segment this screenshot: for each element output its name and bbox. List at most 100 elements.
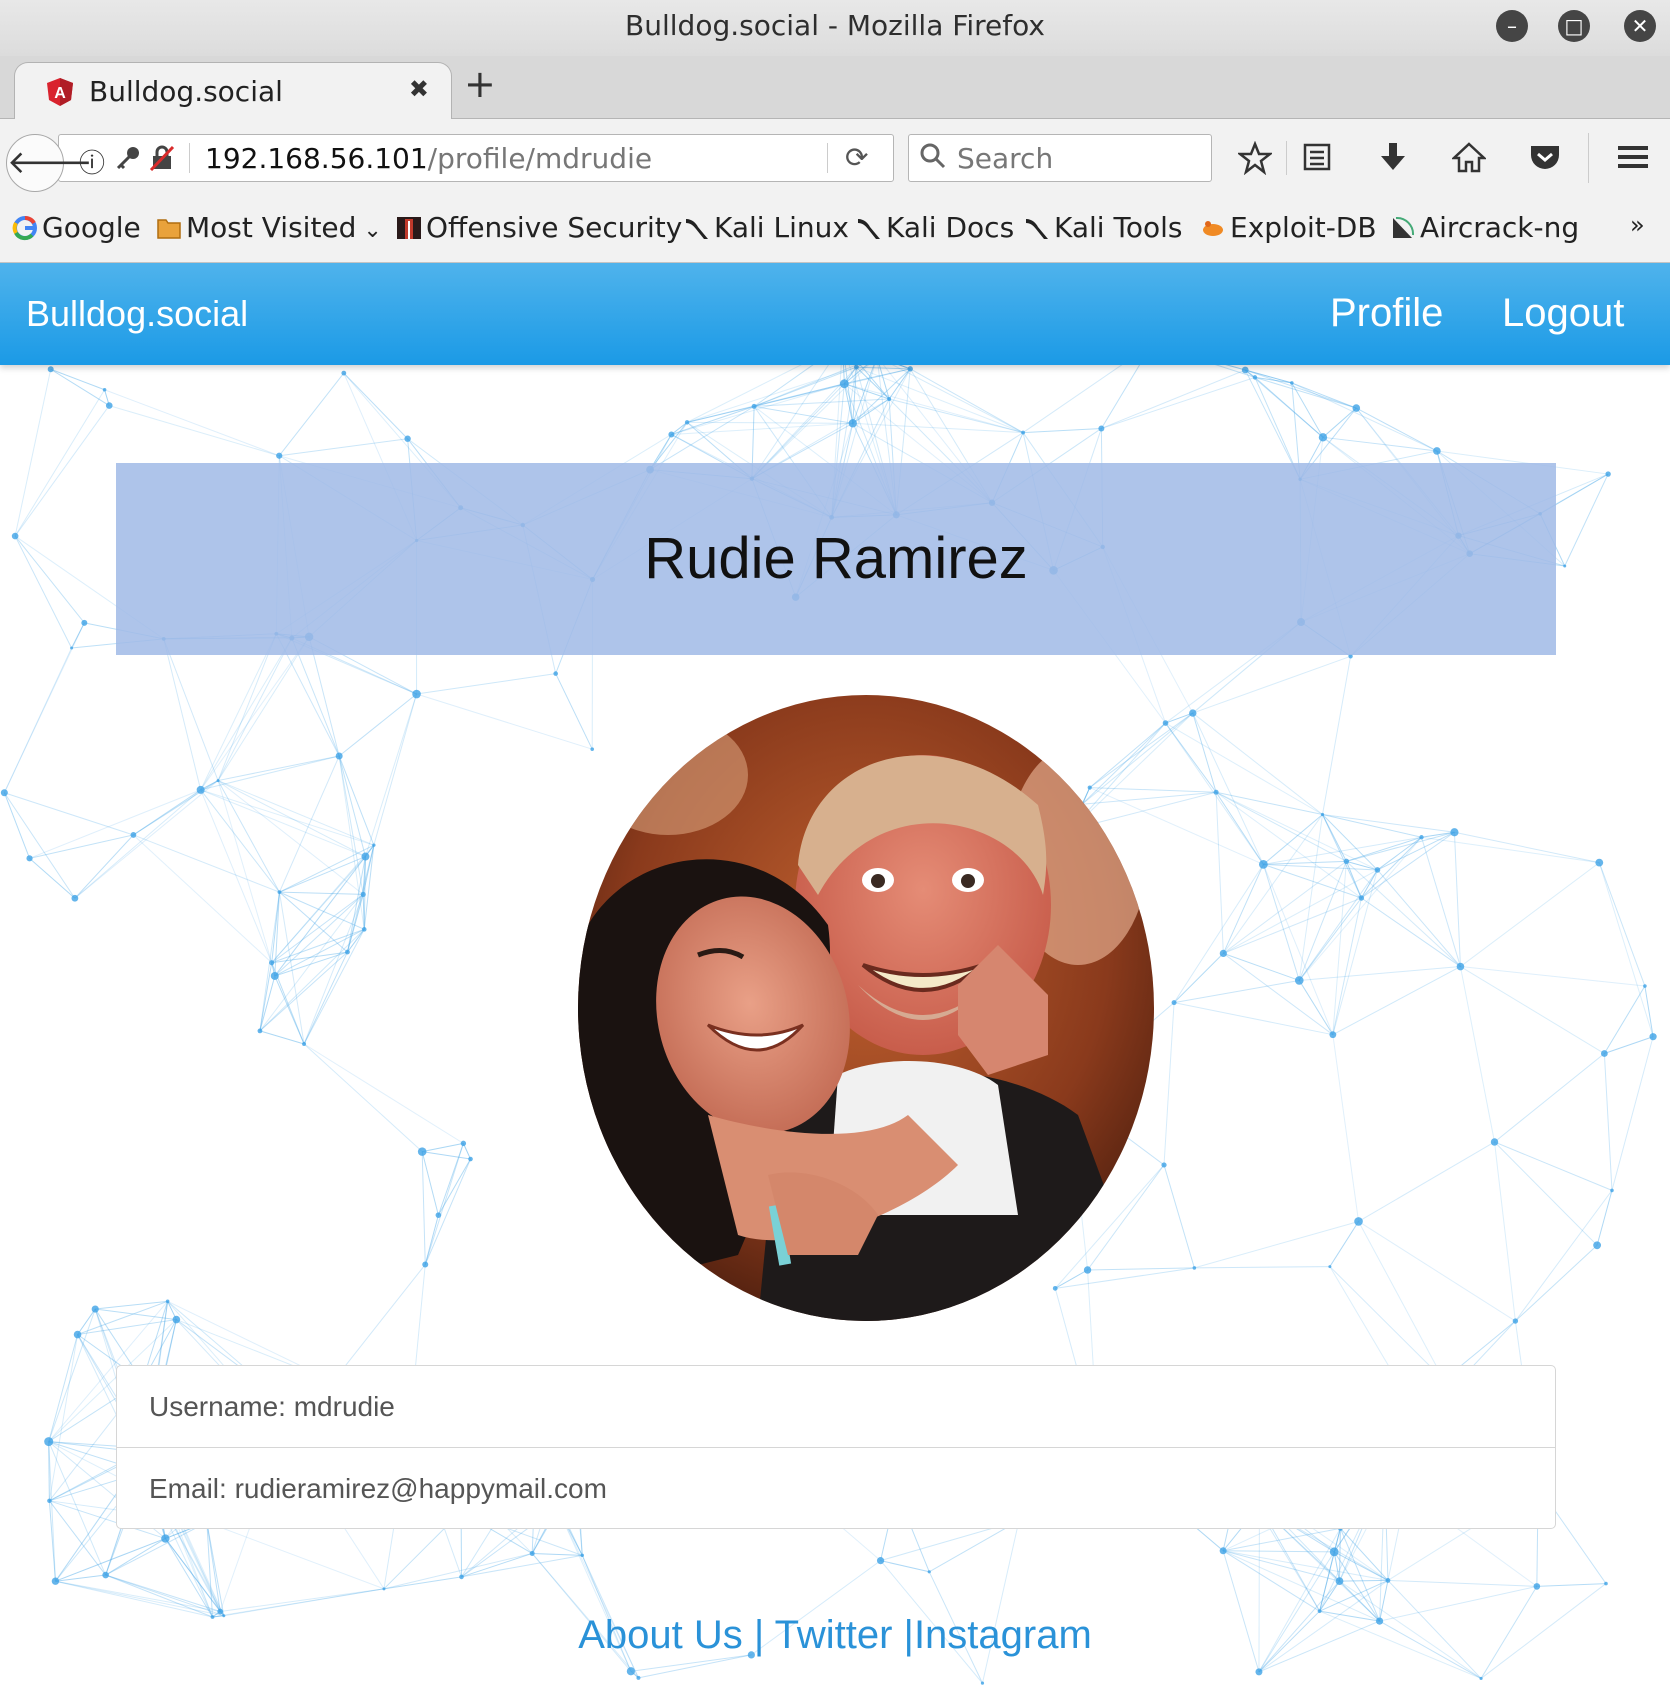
bookmark-most-visited[interactable]: Most Visited ⌄ (156, 211, 382, 244)
network-line (1163, 1164, 1195, 1269)
network-line (338, 755, 375, 846)
network-node (47, 366, 54, 373)
network-node (372, 843, 376, 847)
insecure-lock-icon[interactable] (149, 145, 175, 171)
network-node (1192, 1266, 1197, 1270)
network-line (303, 929, 365, 1045)
network-line (200, 789, 273, 963)
network-line (274, 894, 364, 977)
nav-logout-link[interactable]: Logout (1502, 291, 1624, 336)
network-node (1605, 471, 1611, 477)
network-line (1453, 832, 1461, 967)
bookmarks-overflow-icon[interactable]: » (1630, 211, 1645, 239)
toolbar-divider (1588, 133, 1589, 183)
network-line (29, 789, 201, 859)
network-line (383, 1576, 462, 1590)
network-node (196, 785, 205, 794)
network-line (1192, 712, 1217, 793)
footer-separator: | (742, 1613, 775, 1657)
bookmark-google[interactable]: Google (12, 211, 141, 244)
nav-profile-link[interactable]: Profile (1330, 291, 1443, 336)
network-node (71, 894, 79, 902)
network-node (848, 419, 858, 428)
tab-title: Bulldog.social (89, 75, 283, 108)
bookmark-kali-docs[interactable]: Kali Docs (856, 211, 1014, 244)
network-node (839, 379, 849, 389)
network-node (1343, 858, 1350, 865)
network-node (927, 1570, 931, 1574)
network-line (889, 398, 1024, 434)
hamburger-menu-icon[interactable] (1616, 141, 1650, 173)
reading-list-icon[interactable] (1302, 141, 1332, 173)
reload-icon[interactable]: ⟳ (845, 141, 868, 174)
profile-avatar (578, 695, 1154, 1321)
network-line (200, 637, 293, 791)
home-icon[interactable] (1452, 141, 1486, 173)
address-bar[interactable]: ⓘ 192.168.56.101/profile/mdrudie ⟳ (58, 134, 894, 182)
network-node (1610, 1188, 1614, 1193)
key-icon[interactable] (115, 145, 141, 171)
network-node (1533, 1583, 1541, 1590)
network-line (14, 535, 73, 649)
close-window-icon[interactable]: ✕ (1624, 10, 1656, 42)
network-line (217, 755, 340, 782)
network-line (1604, 1036, 1654, 1054)
network-line (1494, 1141, 1613, 1191)
network-line (332, 1264, 426, 1382)
maximize-icon[interactable]: □ (1558, 10, 1590, 42)
network-node (853, 364, 859, 370)
minimize-icon[interactable]: – (1496, 10, 1528, 42)
email-row: Email: rudieramirez@happymail.com (117, 1448, 1555, 1530)
network-node (1604, 1581, 1608, 1586)
toolbar-divider (1286, 141, 1287, 175)
network-line (1514, 1190, 1613, 1322)
about-us-link[interactable]: About Us (578, 1613, 743, 1657)
network-node (382, 1587, 386, 1591)
network-node (1479, 1676, 1483, 1681)
window-titlebar: Bulldog.social - Mozilla Firefox – □ ✕ (0, 0, 1670, 56)
pocket-icon[interactable] (1528, 141, 1562, 173)
network-line (220, 1588, 385, 1612)
network-line (1644, 985, 1654, 1037)
bookmark-kali-tools[interactable]: Kali Tools (1024, 211, 1182, 244)
tab-bulldog-social[interactable]: A Bulldog.social ✖ (14, 62, 452, 120)
profile-full-name: Rudie Ramirez (644, 526, 1028, 591)
bookmark-star-icon[interactable] (1238, 141, 1272, 175)
network-node (1241, 366, 1249, 374)
search-icon (920, 143, 946, 169)
network-line (1494, 1053, 1605, 1143)
network-line (1332, 1034, 1360, 1222)
folder-icon (157, 219, 181, 239)
bookmark-exploit-db[interactable]: Exploit-DB (1200, 211, 1377, 244)
network-line (638, 1654, 752, 1679)
network-line (422, 1142, 464, 1153)
network-line (1165, 722, 1323, 815)
network-line (909, 368, 1024, 434)
instagram-link[interactable]: Instagram (914, 1613, 1092, 1657)
url-text[interactable]: 192.168.56.101/profile/mdrudie (205, 142, 652, 175)
network-line (981, 1520, 1020, 1684)
network-line (217, 780, 364, 895)
network-line (1356, 407, 1438, 452)
network-line (1454, 831, 1600, 864)
twitter-link[interactable]: Twitter (775, 1613, 893, 1657)
bookmark-kali-linux[interactable]: Kali Linux (684, 211, 849, 244)
bookmark-aircrack-ng[interactable]: Aircrack-ng (1390, 211, 1579, 244)
network-line (279, 891, 365, 930)
back-button[interactable]: 🡐 (6, 134, 93, 192)
network-line (1346, 831, 1455, 862)
new-tab-icon[interactable]: + (464, 62, 496, 106)
network-node (580, 1553, 584, 1558)
network-node (636, 1675, 641, 1680)
search-box[interactable]: Search (908, 134, 1212, 182)
network-line (1460, 862, 1600, 967)
network-line (343, 372, 408, 440)
network-node (459, 1574, 464, 1580)
bookmark-label: Offensive Security (426, 211, 683, 244)
bookmark-offensive-security[interactable]: Offensive Security (396, 211, 682, 244)
brand-link[interactable]: Bulldog.social (26, 293, 248, 335)
network-line (74, 780, 219, 899)
downloads-icon[interactable] (1378, 141, 1408, 173)
network-node (404, 435, 411, 442)
tab-close-icon[interactable]: ✖ (409, 75, 429, 103)
